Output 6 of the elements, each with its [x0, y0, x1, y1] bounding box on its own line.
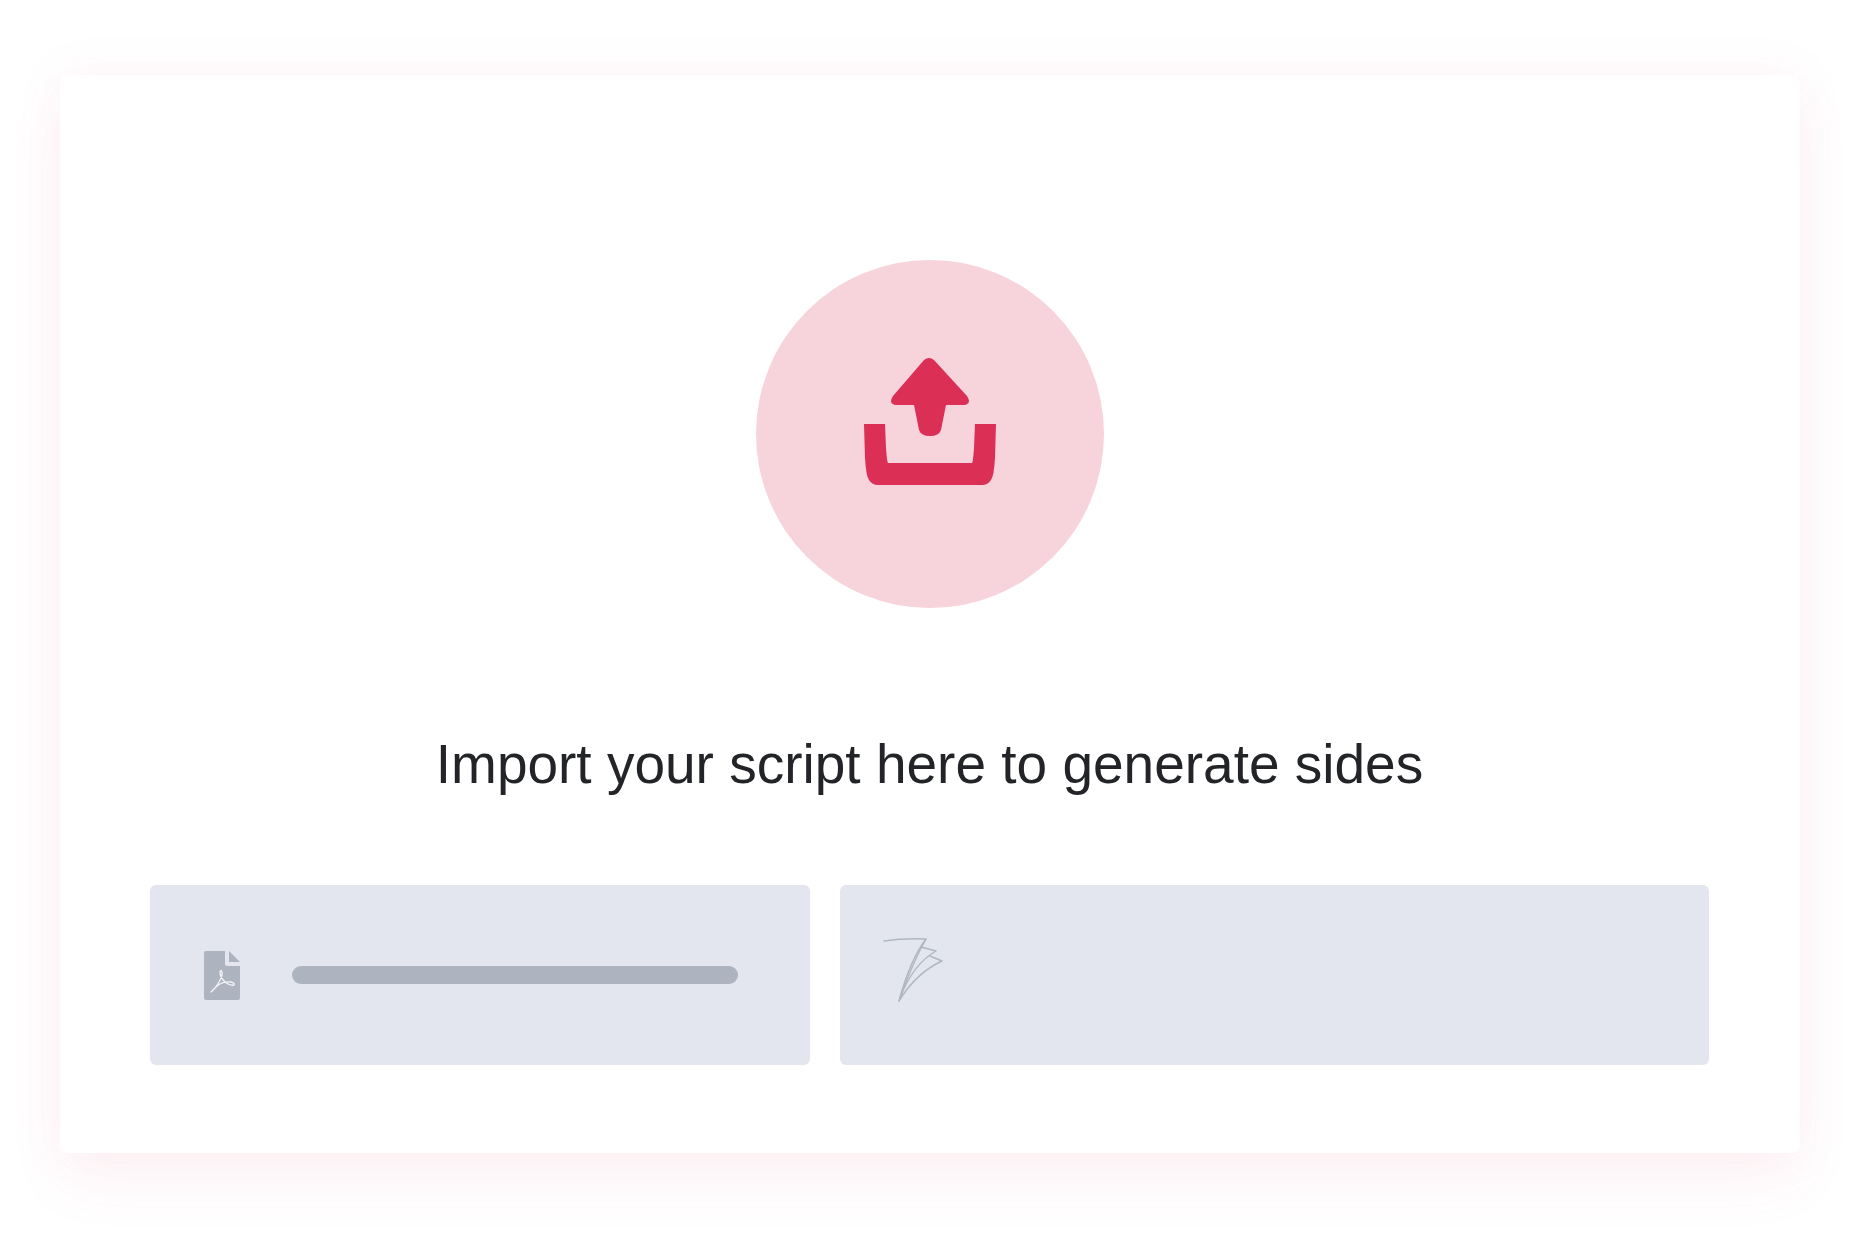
upload-prompt: Import your script here to generate sides: [434, 732, 1425, 797]
upload-icon[interactable]: [755, 260, 1104, 608]
logo-import-tile[interactable]: [840, 885, 1709, 1065]
curved-strokes-logo-icon: [883, 938, 943, 1002]
pdf-file-icon: [204, 950, 240, 1000]
pdf-import-tile[interactable]: [150, 885, 810, 1065]
